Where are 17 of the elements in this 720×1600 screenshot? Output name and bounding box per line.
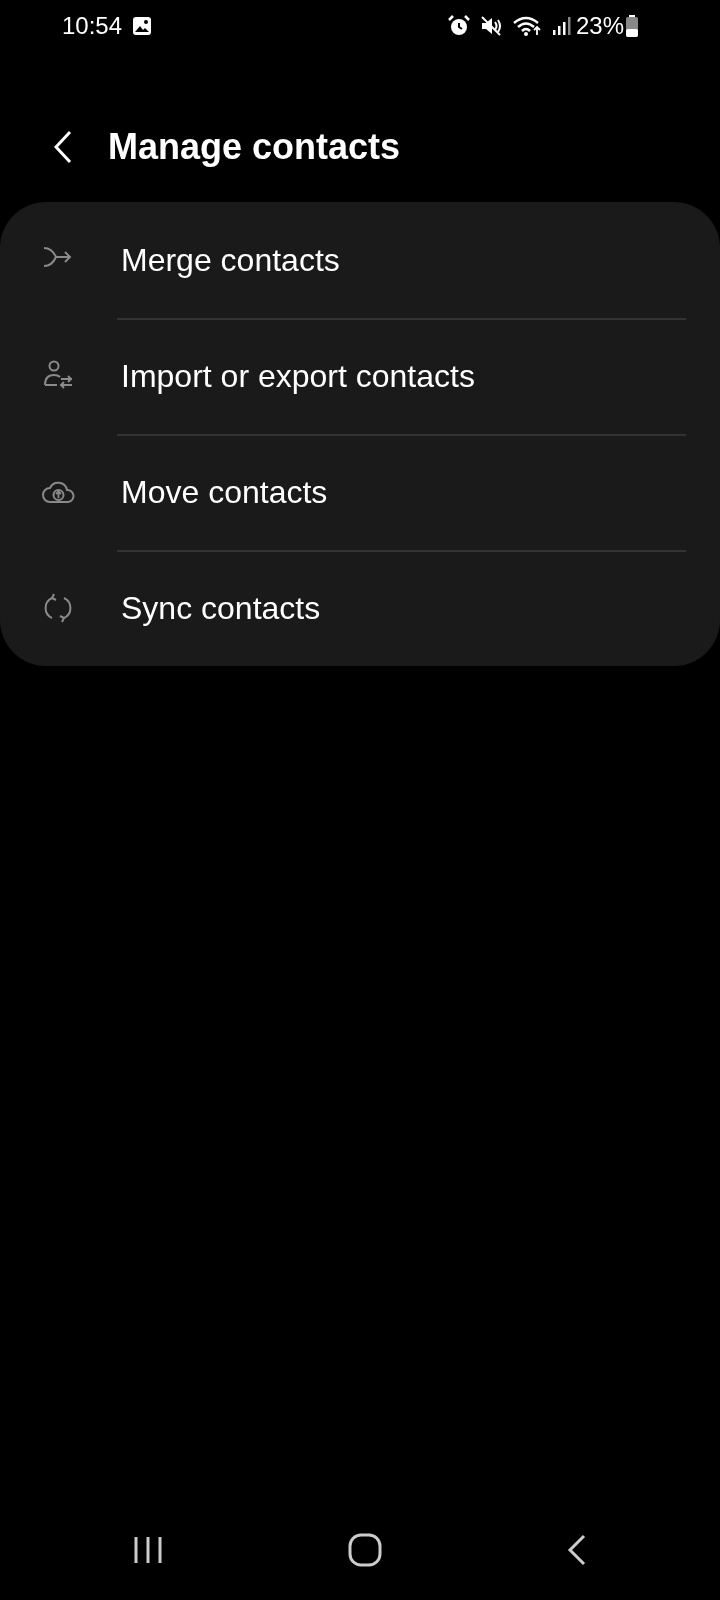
clock-time: 10:54 (62, 12, 123, 40)
battery-icon (626, 15, 638, 37)
three-lines-icon (132, 1536, 163, 1564)
alarm-icon (447, 15, 470, 37)
menu-item[interactable]: Move contacts (0, 434, 720, 550)
menu-item[interactable]: Import or export contacts (0, 318, 720, 434)
wifi-icon (511, 15, 542, 37)
page-title: Manage contacts (108, 126, 401, 168)
battery-percent: 23% (575, 12, 624, 40)
chevron-left-icon (54, 130, 72, 164)
signal-icon (551, 16, 572, 36)
menu-item[interactable]: Merge contacts (0, 202, 720, 318)
rounded-square-icon (348, 1533, 382, 1567)
mute-icon (479, 15, 502, 37)
image-icon (132, 16, 153, 36)
chevron-left-icon (567, 1534, 588, 1566)
menu-item[interactable]: Sync contacts (0, 550, 720, 666)
